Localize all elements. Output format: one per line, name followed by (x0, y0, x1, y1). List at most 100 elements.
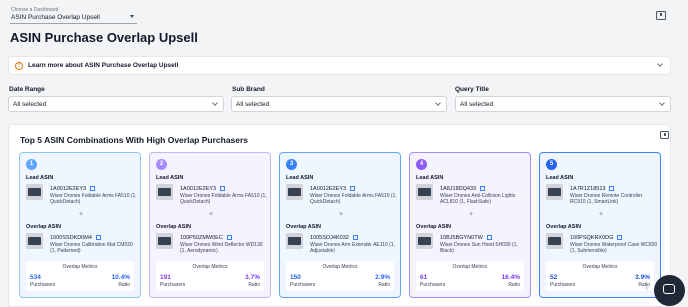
purchasers-value: 61 (420, 274, 428, 281)
combination-card: 5 Lead ASIN 1A7R1Z18513 Wiser Drones Rem… (539, 152, 661, 298)
ratio-value: 3.9% (635, 274, 650, 281)
query-title-value: All selected (460, 101, 494, 108)
rank-badge: 4 (416, 159, 427, 170)
purchasers-label: Purchasers (420, 282, 446, 288)
lead-product-name: Wiser Drones Remote Controller RC910 (1,… (570, 193, 643, 205)
lead-product-image (546, 184, 563, 200)
overlap-asin-value: 1005SOJ4K032 (310, 235, 349, 241)
combination-card: 2 Lead ASIN 1A0012E2EY3 Wiser Drones Fol… (149, 152, 271, 298)
overlap-asin-label: Overlap ASIN (286, 224, 321, 230)
external-link-icon[interactable] (90, 186, 96, 191)
overlap-asin-value: 100P50ZMW0EC (180, 235, 223, 241)
metrics-title: Overlap Metrics (62, 264, 98, 270)
combination-card: 1 Lead ASIN 1A0012E2EY3 Wiser Drones Fol… (19, 152, 141, 298)
rank-badge: 1 (26, 159, 37, 170)
ratio-label: Ratio (118, 282, 130, 288)
overlap-asin-link[interactable]: 1000SSDKD0M4 (50, 234, 101, 241)
learn-more-expander[interactable]: ! Learn more about ASIN Purchase Overlap… (8, 56, 671, 75)
panel-title: Top 5 ASIN Combinations With High Overla… (20, 135, 249, 145)
rank-badge: 5 (546, 159, 557, 170)
overlap-metrics: Overlap Metrics 52 Purchasers 3.9% Ratio (546, 261, 654, 291)
lead-product-image (286, 184, 303, 200)
chevron-down-icon (659, 100, 665, 106)
export-icon[interactable] (656, 11, 666, 20)
lead-product-name: Wiser Drones Foldable Arms FA510 (1, Qui… (50, 193, 137, 205)
lead-asin-value: 1A7R1Z18513 (570, 186, 606, 192)
plus-icon: + (599, 211, 604, 218)
lead-asin-link[interactable]: 1A8J18DQ433 (440, 185, 486, 192)
purchasers-label: Purchasers (160, 282, 186, 288)
external-link-icon[interactable] (226, 235, 232, 240)
date-range-select[interactable]: All selected (8, 96, 224, 112)
ratio-value: 2.9% (375, 274, 390, 281)
overlap-product-image (156, 233, 173, 249)
info-icon: ! (15, 62, 23, 70)
overlap-asin-value: 1000SSDKD0M4 (50, 235, 92, 241)
chat-icon (663, 284, 675, 294)
purchasers-label: Purchasers (30, 282, 56, 288)
purchasers-value: 52 (550, 274, 558, 281)
metrics-title: Overlap Metrics (582, 264, 618, 270)
dashboard-select[interactable]: ASIN Purchase Overlap Upsell (10, 12, 137, 24)
metrics-title: Overlap Metrics (452, 264, 488, 270)
top-combinations-panel: Top 5 ASIN Combinations With High Overla… (8, 124, 671, 307)
ratio-label: Ratio (508, 282, 520, 288)
external-link-icon[interactable] (480, 186, 486, 191)
date-range-value: All selected (13, 101, 47, 108)
external-link-icon[interactable] (95, 235, 101, 240)
lead-product-image (156, 184, 173, 200)
overlap-product-image (286, 233, 303, 249)
lead-product-image (416, 184, 433, 200)
overlap-asin-value: 100PSQKRX0DG (570, 235, 614, 241)
rank-badge: 2 (156, 159, 167, 170)
chat-button[interactable] (654, 275, 685, 306)
lead-asin-value: 1A0012E2EY3 (50, 186, 87, 192)
plus-icon: + (79, 211, 84, 218)
external-link-icon[interactable] (220, 186, 226, 191)
metrics-title: Overlap Metrics (322, 264, 358, 270)
overlap-product-image (546, 233, 563, 249)
purchasers-value: 150 (290, 274, 301, 281)
caret-down-icon (130, 15, 134, 18)
sub-brand-select[interactable]: All selected (231, 96, 447, 112)
lead-asin-link[interactable]: 1A0012E2EY3 (180, 185, 226, 192)
ratio-label: Ratio (248, 282, 260, 288)
filter-label-query-title: Query Title (455, 86, 489, 93)
purchasers-value: 534 (30, 274, 41, 281)
purchasers-label: Purchasers (290, 282, 316, 288)
overlap-metrics: Overlap Metrics 61 Purchasers 16.4% Rati… (416, 261, 524, 291)
purchasers-label: Purchasers (550, 282, 576, 288)
lead-asin-label: Lead ASIN (416, 175, 444, 181)
query-title-select[interactable]: All selected (455, 96, 671, 112)
drag-handle-icon[interactable]: ⁘ ⁘ (644, 284, 652, 296)
sub-brand-value: All selected (236, 101, 270, 108)
overlap-asin-label: Overlap ASIN (156, 224, 191, 230)
combination-card: 3 Lead ASIN 1A0012E2EY3 Wiser Drones Fol… (279, 152, 401, 298)
lead-asin-link[interactable]: 1A0012E2EY3 (50, 185, 96, 192)
chevron-down-icon (435, 100, 441, 106)
chevron-down-icon (657, 61, 663, 67)
overlap-asin-label: Overlap ASIN (546, 224, 581, 230)
external-link-icon[interactable] (617, 235, 623, 240)
external-link-icon[interactable] (352, 235, 358, 240)
overlap-asin-link[interactable]: 100PSQKRX0DG (570, 234, 623, 241)
overlap-asin-link[interactable]: 10BJ5BGYN0TW (440, 234, 492, 241)
lead-asin-link[interactable]: 1A7R1Z18513 (570, 185, 615, 192)
lead-product-image (26, 184, 43, 200)
overlap-product-image (26, 233, 43, 249)
filter-label-date-range: Date Range (9, 86, 45, 93)
lead-asin-label: Lead ASIN (26, 175, 54, 181)
lead-asin-label: Lead ASIN (546, 175, 574, 181)
export-icon[interactable] (660, 131, 669, 139)
overlap-product-name: Wiser Drones Sun Hood SH030 (1, Black) (440, 242, 518, 254)
top-bar: Choose a Dashboard ASIN Purchase Overlap… (0, 0, 688, 30)
external-link-icon[interactable] (609, 186, 615, 191)
overlap-asin-link[interactable]: 100P50ZMW0EC (180, 234, 232, 241)
overlap-product-name: Wiser Drones Wind Deflector WD130 (1, Ae… (180, 242, 263, 254)
page-title: ASIN Purchase Overlap Upsell (10, 30, 198, 45)
dashboard-select-value: ASIN Purchase Overlap Upsell (11, 14, 100, 21)
external-link-icon[interactable] (350, 186, 356, 191)
overlap-asin-link[interactable]: 1005SOJ4K032 (310, 234, 358, 241)
external-link-icon[interactable] (486, 235, 492, 240)
lead-asin-link[interactable]: 1A0012E2EY3 (310, 185, 356, 192)
